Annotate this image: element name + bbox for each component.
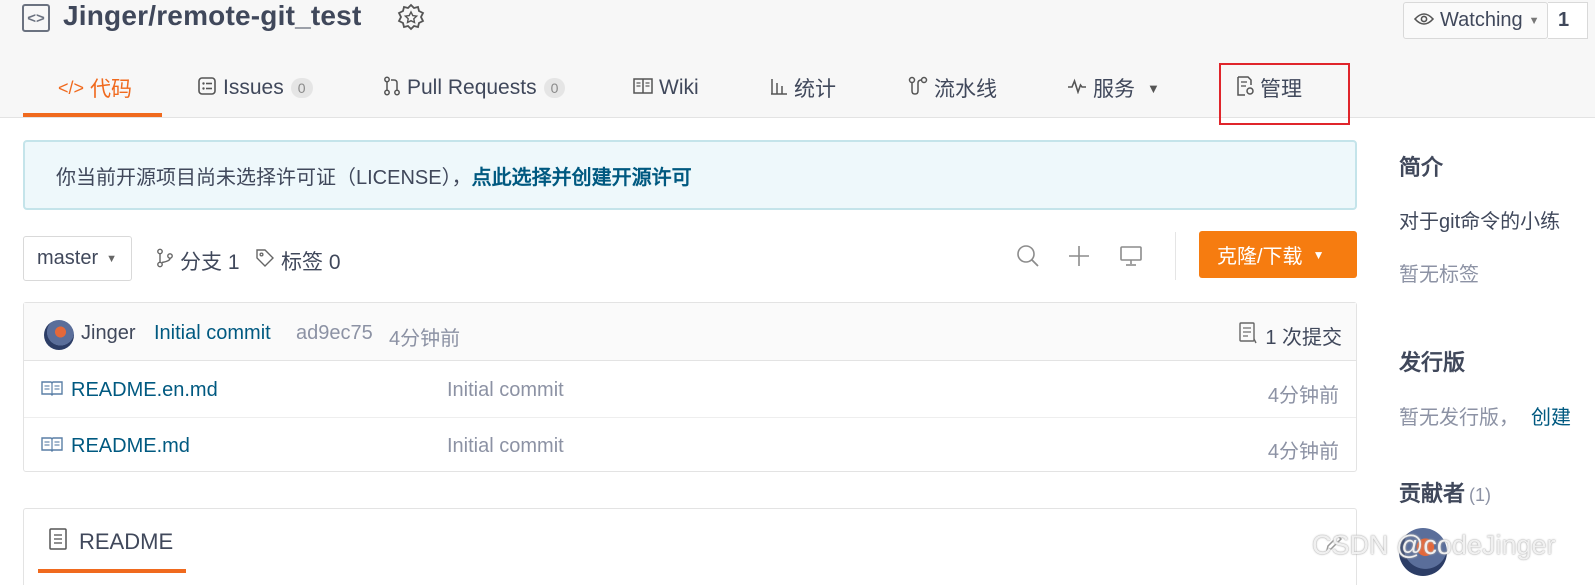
file-name[interactable]: README.en.md [71, 379, 218, 402]
issues-count-badge: 0 [290, 78, 313, 98]
watch-button[interactable]: Watching ▼ [1403, 2, 1548, 39]
file-book-icon [41, 380, 63, 401]
watch-count[interactable]: 1 [1548, 2, 1588, 39]
avatar[interactable] [44, 320, 74, 350]
tab-issues-label: Issues [223, 76, 284, 99]
file-list: Jinger Initial commit ad9ec75 4分钟前 1 次提交… [23, 302, 1357, 472]
no-tags-text: 暂无标签 [1399, 264, 1479, 286]
issues-icon [197, 76, 217, 101]
pulse-icon [1067, 78, 1087, 99]
table-row[interactable]: README.md Initial commit 4分钟前 [24, 418, 1356, 474]
commit-count-label: 1 次提交 [1265, 327, 1342, 349]
tab-wiki[interactable]: Wiki [633, 70, 699, 106]
release-heading: 发行版 [1399, 350, 1466, 375]
table-row[interactable]: README.en.md Initial commit 4分钟前 [24, 362, 1356, 418]
chevron-down-icon: ▼ [106, 252, 118, 265]
file-name[interactable]: README.md [71, 435, 190, 458]
readme-panel: README [23, 508, 1357, 585]
active-tab-indicator [23, 113, 162, 117]
watch-label: Watching [1440, 9, 1523, 31]
branch-select[interactable]: master ▼ [23, 236, 132, 281]
document-icon [49, 528, 67, 556]
search-icon[interactable] [1014, 242, 1042, 270]
no-release-text: 暂无发行版， [1399, 407, 1519, 429]
file-commit-message[interactable]: Initial commit [447, 435, 564, 458]
branches-link[interactable]: 分支 1 [156, 246, 240, 276]
tab-services-label: 服务 [1093, 78, 1135, 101]
commit-time: 4分钟前 [389, 328, 461, 350]
chevron-down-icon: ▼ [1312, 247, 1325, 262]
tab-issues[interactable]: Issues 0 [197, 70, 313, 106]
add-file-icon[interactable] [1065, 242, 1093, 270]
tab-code[interactable]: </> 代码 [58, 70, 132, 106]
clone-download-label: 克隆/下载 [1217, 246, 1303, 268]
tab-pipeline[interactable]: 流水线 [908, 70, 997, 106]
toolbar-divider [1175, 232, 1176, 280]
create-release-link[interactable]: 创建 [1531, 407, 1571, 429]
chevron-down-icon: ▼ [1528, 14, 1540, 27]
tab-services[interactable]: 服务 ▼ [1067, 70, 1160, 106]
pipeline-icon [908, 76, 928, 101]
tags-link[interactable]: 标签 0 [255, 246, 341, 276]
clone-download-button[interactable]: 克隆/下载 ▼ [1199, 231, 1357, 278]
repo-code-icon: <> [22, 4, 50, 32]
commit-author[interactable]: Jinger [81, 322, 135, 345]
tab-pull-requests[interactable]: Pull Requests 0 [383, 70, 566, 106]
tab-pull-requests-label: Pull Requests [407, 76, 537, 99]
code-icon: </> [58, 77, 85, 98]
commit-history-icon [1239, 321, 1257, 350]
file-commit-message[interactable]: Initial commit [447, 379, 564, 402]
repo-header: <> Jinger/remote-git_test Watching ▼ 1 <… [0, 0, 1595, 118]
tag-icon [255, 248, 275, 274]
branch-icon [156, 248, 174, 274]
license-banner: 你当前开源项目尚未选择许可证（LICENSE）， 点此选择并创建开源许可 [23, 140, 1357, 210]
tab-code-label: 代码 [90, 78, 133, 101]
web-ide-monitor-icon[interactable] [1117, 242, 1145, 270]
bar-chart-icon [770, 77, 788, 100]
eye-icon [1413, 9, 1435, 32]
branch-select-value: master [37, 247, 99, 269]
contributors-count: (1) [1469, 485, 1492, 505]
readme-tab[interactable]: README [49, 528, 173, 556]
intro-text: 对于git命令的小练 [1399, 211, 1561, 233]
repo-title[interactable]: Jinger/remote-git_test [63, 0, 361, 32]
latest-commit-row: Jinger Initial commit ad9ec75 4分钟前 1 次提交 [24, 303, 1356, 361]
file-time: 4分钟前 [1267, 385, 1339, 407]
watermark: CSDN @codeJinger [1312, 530, 1556, 560]
tab-stats-label: 统计 [794, 78, 836, 101]
commit-hash[interactable]: ad9ec75 [296, 322, 373, 345]
readme-tab-indicator [38, 569, 186, 573]
contributors-heading: 贡献者 (1) [1399, 476, 1491, 508]
license-banner-text: 你当前开源项目尚未选择许可证（LICENSE）， [56, 166, 472, 189]
create-license-link[interactable]: 点此选择并创建开源许可 [472, 161, 692, 190]
recommend-badge-icon[interactable] [397, 3, 425, 35]
file-time: 4分钟前 [1267, 441, 1339, 463]
pull-requests-count-badge: 0 [543, 78, 566, 98]
annotation-highlight-box [1219, 63, 1350, 125]
file-book-icon [41, 436, 63, 457]
readme-title: README [79, 529, 174, 554]
wiki-book-icon [633, 77, 653, 99]
tab-pipeline-label: 流水线 [934, 78, 997, 101]
tags-label: 标签 0 [281, 251, 341, 274]
tab-stats[interactable]: 统计 [770, 70, 836, 106]
contributors-heading-label: 贡献者 [1399, 481, 1466, 506]
tab-wiki-label: Wiki [659, 76, 699, 99]
branches-label: 分支 1 [180, 251, 240, 274]
no-release-row: 暂无发行版， 创建 [1399, 401, 1571, 430]
intro-heading: 简介 [1399, 155, 1444, 180]
pull-request-icon [383, 76, 401, 101]
chevron-down-icon: ▼ [1147, 80, 1160, 96]
commit-count-link[interactable]: 1 次提交 [1239, 321, 1342, 350]
commit-message[interactable]: Initial commit [154, 322, 271, 345]
